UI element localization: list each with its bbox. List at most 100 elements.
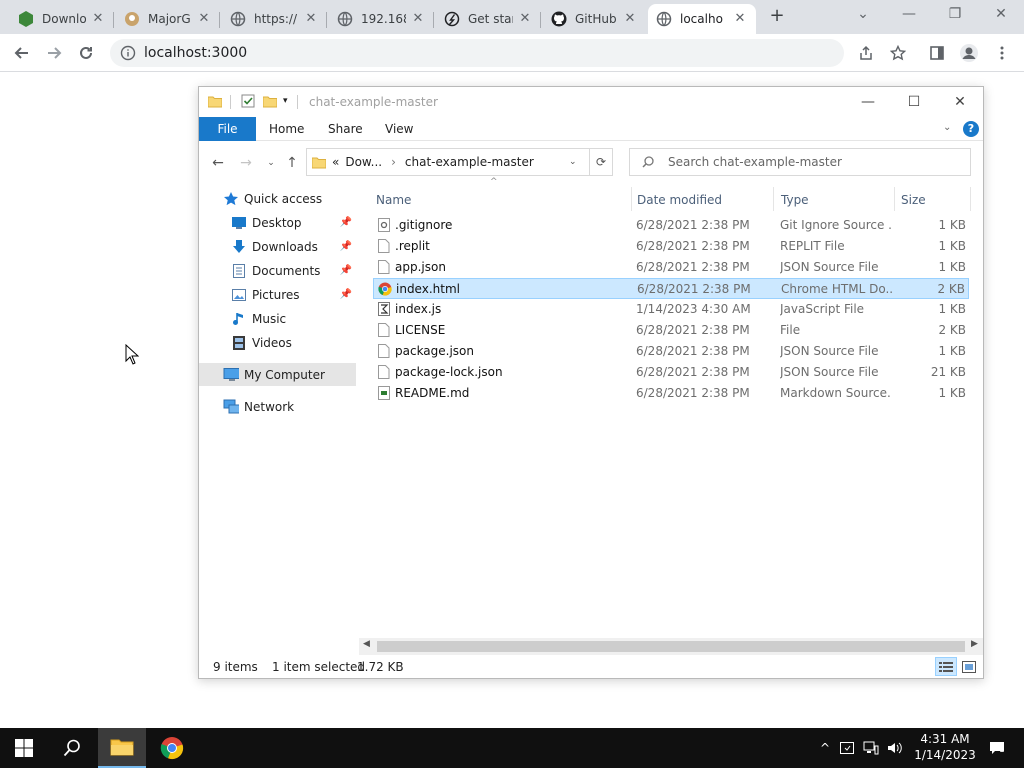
reload-button[interactable] <box>73 40 99 66</box>
minimize-button[interactable]: — <box>886 0 932 30</box>
browser-tab[interactable]: Get star ✕ <box>436 4 541 34</box>
clock-date: 1/14/2023 <box>914 748 976 762</box>
browser-tab[interactable]: localho ✕ <box>648 4 756 34</box>
new-folder-icon[interactable] <box>263 94 277 108</box>
file-row[interactable]: README.md 6/28/2021 2:38 PM Markdown Sou… <box>373 383 969 404</box>
notification-center-button[interactable]: 1 <box>984 739 1012 757</box>
nav-item-my-computer[interactable]: My Computer <box>199 363 356 386</box>
close-tab-icon[interactable]: ✕ <box>517 11 533 27</box>
nav-item-quick-access[interactable]: Quick access <box>199 187 356 210</box>
tab-search-icon[interactable]: ⌄ <box>840 0 886 30</box>
tab-share[interactable]: Share <box>318 117 373 141</box>
divider[interactable] <box>631 187 632 211</box>
explorer-maximize-button[interactable]: ☐ <box>891 87 937 117</box>
nav-item-downloads[interactable]: Downloads 📌 <box>199 235 356 258</box>
tab-view[interactable]: View <box>375 117 423 141</box>
pin-icon: 📌 <box>339 265 352 276</box>
gear-file-icon <box>377 218 391 232</box>
back-button[interactable] <box>9 40 35 66</box>
chrome-taskbar-button[interactable] <box>148 728 196 768</box>
tab-file[interactable]: File <box>199 117 256 141</box>
column-type[interactable]: Type <box>781 189 809 211</box>
forward-button[interactable] <box>41 40 67 66</box>
details-view-button[interactable] <box>935 657 957 676</box>
bookmark-button[interactable] <box>885 40 911 66</box>
file-row[interactable]: index.js 1/14/2023 4:30 AM JavaScript Fi… <box>373 299 969 320</box>
scrollbar-thumb[interactable] <box>377 641 965 652</box>
explorer-search-input[interactable]: Search chat-example-master <box>629 148 971 176</box>
menu-button[interactable] <box>989 40 1015 66</box>
address-dropdown-icon[interactable]: ⌄ <box>569 157 577 167</box>
explorer-close-button[interactable]: ✕ <box>937 87 983 117</box>
file-row[interactable]: package.json 6/28/2021 2:38 PM JSON Sour… <box>373 341 969 362</box>
file-row[interactable]: .gitignore 6/28/2021 2:38 PM Git Ignore … <box>373 215 969 236</box>
explorer-title: chat-example-master <box>309 95 438 109</box>
clock[interactable]: 4:31 AM 1/14/2023 <box>910 731 980 763</box>
browser-tab[interactable]: MajorG ✕ <box>116 4 220 34</box>
browser-tab[interactable]: Downlo ✕ <box>10 4 114 34</box>
breadcrumb-current[interactable]: chat-example-master <box>405 155 534 169</box>
close-tab-icon[interactable]: ✕ <box>732 11 748 27</box>
help-icon[interactable]: ? <box>963 121 979 137</box>
volume-icon[interactable] <box>884 739 904 757</box>
address-bar[interactable]: localhost:3000 <box>110 39 844 67</box>
customize-quick-access-icon[interactable]: ▾ <box>283 96 288 106</box>
browser-tab[interactable]: 192.168 ✕ <box>329 4 434 34</box>
large-icons-view-button[interactable] <box>958 657 980 676</box>
horizontal-scrollbar[interactable]: ◀ ▶ <box>359 638 983 655</box>
network-tray-icon[interactable] <box>861 739 881 757</box>
divider[interactable] <box>894 187 895 211</box>
expand-ribbon-icon[interactable]: ⌄ <box>943 122 951 133</box>
nav-item-network[interactable]: Network <box>199 395 356 418</box>
side-panel-button[interactable] <box>924 40 950 66</box>
share-button[interactable] <box>853 40 879 66</box>
up-button[interactable]: ↑ <box>283 155 301 171</box>
address-overflow[interactable]: « <box>332 155 339 169</box>
explorer-forward-button[interactable]: → <box>237 155 255 171</box>
breadcrumb-parent[interactable]: Dow... <box>345 155 382 169</box>
restore-button[interactable]: ❐ <box>932 0 978 30</box>
close-tab-icon[interactable]: ✕ <box>303 11 319 27</box>
security-icon[interactable] <box>837 739 857 757</box>
breadcrumb-separator[interactable]: › <box>391 155 396 169</box>
divider[interactable] <box>773 187 774 211</box>
file-row[interactable]: index.html 6/28/2021 2:38 PM Chrome HTML… <box>373 278 969 299</box>
profile-button[interactable] <box>956 40 982 66</box>
recent-locations-icon[interactable]: ⌄ <box>262 155 280 171</box>
explorer-minimize-button[interactable]: — <box>845 87 891 117</box>
tray-overflow-icon[interactable]: ^ <box>815 739 835 757</box>
nav-item-documents[interactable]: Documents 📌 <box>199 259 356 282</box>
browser-tab[interactable]: https:// ✕ <box>222 4 327 34</box>
nav-item-videos[interactable]: Videos <box>199 331 356 354</box>
scroll-left-icon[interactable]: ◀ <box>363 639 370 649</box>
nav-item-music[interactable]: Music <box>199 307 356 330</box>
close-tab-icon[interactable]: ✕ <box>90 11 106 27</box>
column-size[interactable]: Size <box>901 189 926 211</box>
close-window-button[interactable]: ✕ <box>978 0 1024 30</box>
explorer-back-button[interactable]: ← <box>209 155 227 171</box>
close-tab-icon[interactable]: ✕ <box>410 11 426 27</box>
tab-home[interactable]: Home <box>259 117 314 141</box>
close-tab-icon[interactable]: ✕ <box>196 11 212 27</box>
nav-item-pictures[interactable]: Pictures 📌 <box>199 283 356 306</box>
nav-item-desktop[interactable]: Desktop 📌 <box>199 211 356 234</box>
file-explorer-taskbar-button[interactable] <box>98 728 146 768</box>
refresh-button[interactable]: ⟳ <box>589 148 613 176</box>
start-button[interactable] <box>0 728 48 768</box>
file-row[interactable]: app.json 6/28/2021 2:38 PM JSON Source F… <box>373 257 969 278</box>
file-row[interactable]: package-lock.json 6/28/2021 2:38 PM JSON… <box>373 362 969 383</box>
search-button[interactable] <box>48 728 96 768</box>
browser-tab[interactable]: GitHub ✕ <box>543 4 646 34</box>
divider[interactable] <box>970 187 971 211</box>
shield-icon <box>840 742 854 754</box>
column-date-modified[interactable]: Date modified <box>637 189 722 211</box>
file-row[interactable]: LICENSE 6/28/2021 2:38 PM File 2 KB <box>373 320 969 341</box>
new-tab-button[interactable]: + <box>766 6 788 28</box>
properties-icon[interactable] <box>241 94 255 108</box>
close-tab-icon[interactable]: ✕ <box>622 11 638 27</box>
scroll-right-icon[interactable]: ▶ <box>971 639 978 649</box>
file-name: package.json <box>395 344 475 358</box>
column-name[interactable]: Name <box>376 189 411 211</box>
file-row[interactable]: .replit 6/28/2021 2:38 PM REPLIT File 1 … <box>373 236 969 257</box>
explorer-address-bar[interactable]: « Dow... › chat-example-master ⌄ <box>306 148 613 176</box>
